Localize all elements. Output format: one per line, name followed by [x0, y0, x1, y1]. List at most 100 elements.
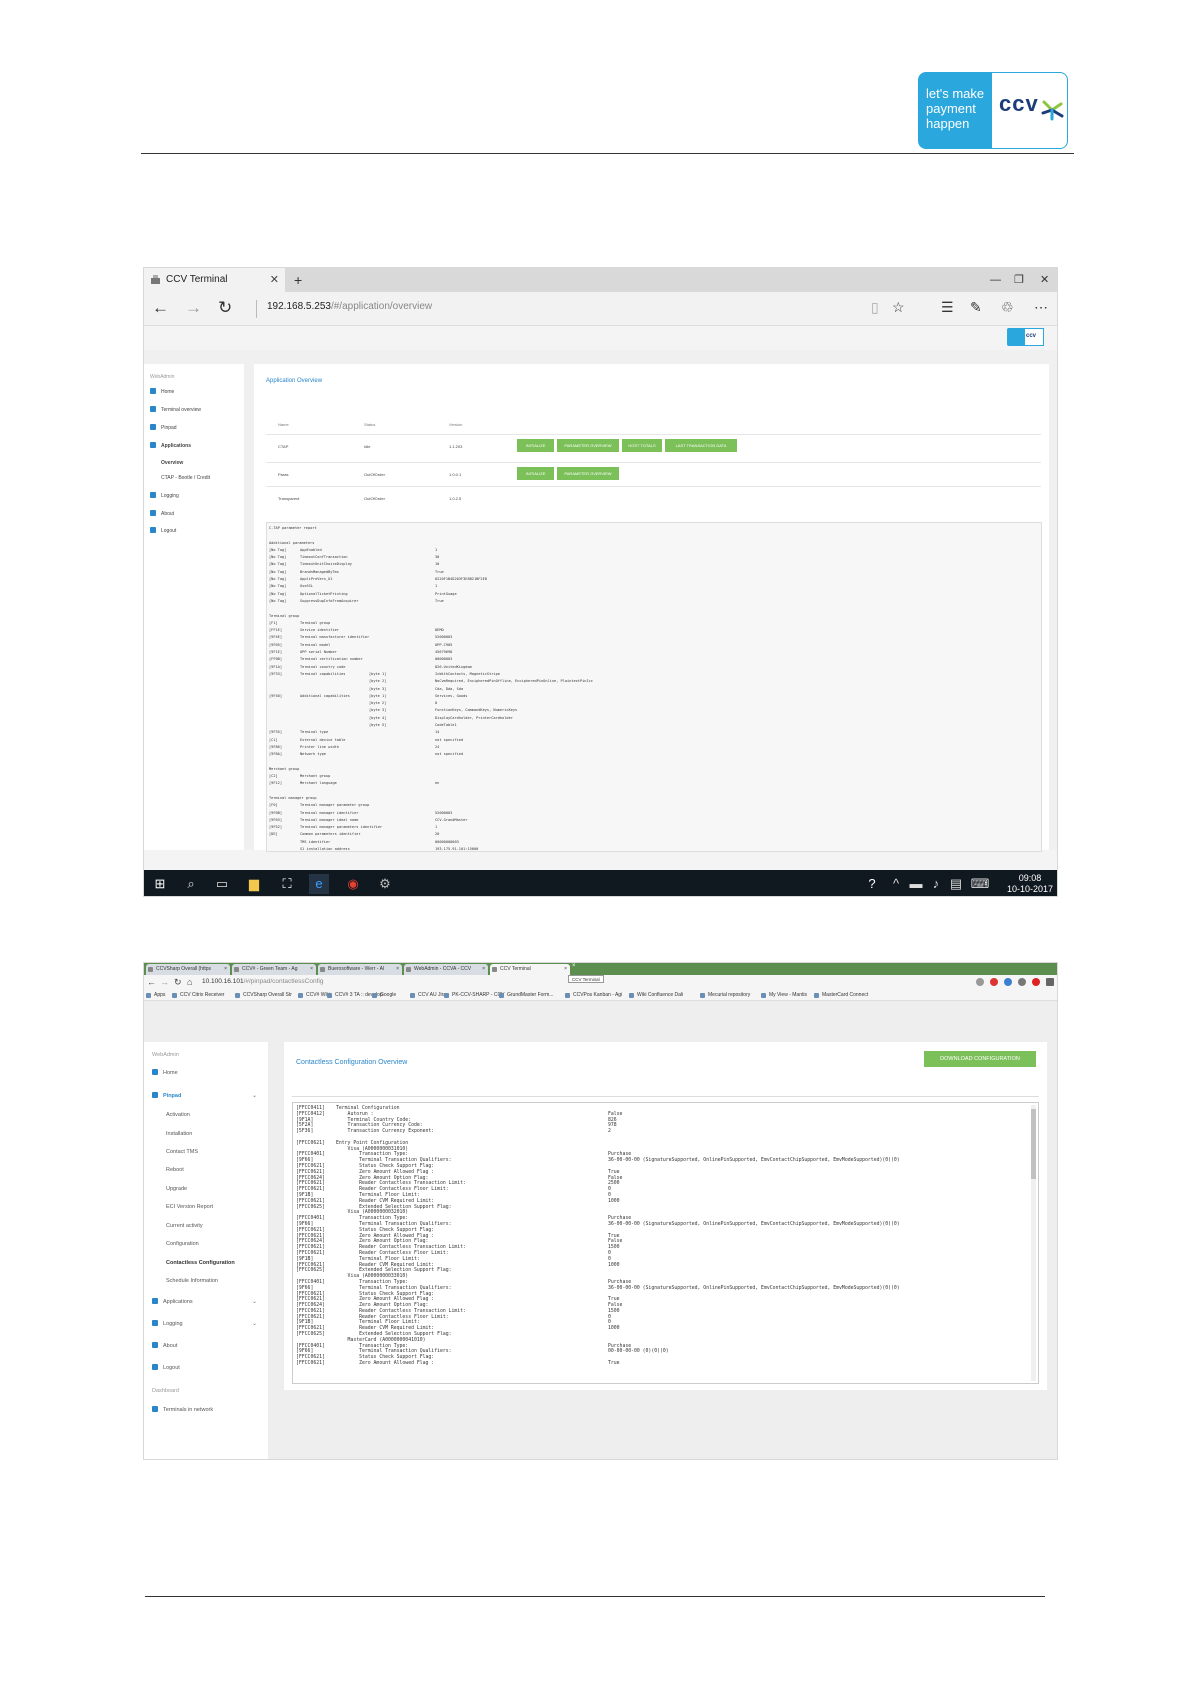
chrome-tab[interactable]: WebAdmin - CCVA - CCV ×	[404, 964, 488, 975]
extension-icon[interactable]	[1032, 978, 1040, 986]
bookmark-item[interactable]: Apps	[146, 991, 165, 999]
contactless-config-report[interactable]: [FFCC0411] Terminal Configuration [FFCC041…	[292, 1102, 1039, 1384]
tab-close-icon[interactable]: ✕	[270, 268, 279, 292]
sidebar-item[interactable]: Installation	[166, 1131, 192, 1137]
bookmark-item[interactable]: My View - Mantis	[761, 991, 807, 999]
address-bar[interactable]: 192.168.5.253/#/application/overview	[267, 301, 432, 312]
edge-browser-icon[interactable]: e	[309, 874, 329, 894]
sidebar-item[interactable]: Terminals in network	[152, 1406, 213, 1413]
app-action-button[interactable]: PARAMETER OVERVIEW	[557, 467, 619, 480]
new-tab-icon[interactable]: +	[294, 268, 302, 292]
refresh-icon[interactable]: ↻	[218, 298, 232, 318]
more-icon[interactable]: ⋯	[1034, 299, 1048, 316]
tab-close-icon[interactable]: ×	[564, 964, 567, 975]
bookmark-item[interactable]: Wiki Confluence Dali	[629, 991, 683, 999]
sidebar-item[interactable]: Logout	[152, 1364, 180, 1371]
back-icon[interactable]: ←	[147, 976, 156, 988]
windows-start-icon[interactable]: ⊞	[150, 874, 170, 894]
forward-icon[interactable]: →	[185, 298, 202, 318]
sidebar-item[interactable]: Logging	[150, 492, 179, 499]
reading-view-icon[interactable]: ▯	[871, 299, 879, 316]
network-icon[interactable]: ▤	[946, 874, 966, 894]
hub-icon[interactable]: ☰	[941, 299, 954, 316]
bookmark-item[interactable]: CCVSharp Overall Str	[235, 991, 292, 999]
extension-icon[interactable]	[1004, 978, 1012, 986]
bookmark-item[interactable]: CCV# Wiki	[298, 991, 330, 999]
bookmark-item[interactable]: CCV Citrix Receiver	[172, 991, 224, 999]
chevron-down-icon[interactable]: ⌄	[252, 1298, 257, 1305]
share-icon[interactable]: ♲	[1001, 299, 1014, 316]
restore-icon[interactable]: ❐	[1014, 268, 1024, 292]
sidebar-item[interactable]: Applications	[152, 1298, 193, 1305]
app-action-button[interactable]: INITIALIZE	[517, 467, 554, 480]
web-note-icon[interactable]: ✎	[970, 299, 982, 316]
bookmark-item[interactable]: CCVPos Kanban - Agi	[565, 991, 622, 999]
bookmark-item[interactable]: CCV AU Jira	[410, 991, 446, 999]
app-action-button[interactable]: INITIALIZE	[517, 439, 554, 452]
sidebar-item[interactable]: Schedule Information	[166, 1278, 218, 1284]
sidebar-item[interactable]: Reboot	[166, 1167, 184, 1173]
app-action-button[interactable]: HOST TOTALS	[622, 439, 662, 452]
app-action-button[interactable]: PARAMETER OVERVIEW	[557, 439, 619, 452]
keyboard-icon[interactable]: ⌨	[970, 874, 990, 894]
bookmark-item[interactable]: Mecurial repository	[700, 991, 750, 999]
sidebar-item[interactable]: ECI Version Report	[166, 1204, 213, 1210]
forward-icon[interactable]: →	[160, 976, 169, 988]
sidebar-item[interactable]: Logout	[150, 527, 176, 534]
ctap-parameter-report[interactable]: C-TAP parameter report Additional parame…	[266, 522, 1042, 852]
minimize-icon[interactable]: —	[990, 268, 1001, 292]
store-icon[interactable]: ⛶	[277, 874, 297, 894]
address-bar[interactable]: 10.100.16.101/#/pinpad/contactlessConfig	[202, 978, 323, 985]
back-icon[interactable]: ←	[152, 298, 169, 318]
taskbar-clock[interactable]: 09:08 10-10-2017	[1007, 873, 1053, 895]
sidebar-item[interactable]: Logging	[152, 1320, 183, 1327]
sidebar-item[interactable]: WebAdmin	[150, 374, 174, 380]
search-icon[interactable]: ⌕	[181, 874, 201, 894]
chrome-icon[interactable]: ◉	[343, 874, 363, 894]
bookmark-item[interactable]: MasterCard Connect	[814, 991, 868, 999]
menu-icon[interactable]	[1046, 978, 1054, 986]
opera-extension-icon[interactable]	[990, 978, 998, 986]
favorite-star-icon[interactable]: ☆	[892, 299, 905, 316]
tab-close-icon[interactable]: ×	[310, 964, 313, 975]
bookmark-item[interactable]: GrundMaster Form...	[499, 991, 553, 999]
app-icon[interactable]: ⚙	[375, 874, 395, 894]
bookmark-item[interactable]: PK-CCV-SHARP - CCV	[444, 991, 504, 999]
sidebar-item[interactable]: Terminal overview	[150, 406, 201, 413]
sidebar-item[interactable]: Overview	[161, 460, 183, 466]
sidebar-item[interactable]: Contact TMS	[166, 1149, 198, 1155]
file-explorer-icon[interactable]: ▆	[244, 874, 264, 894]
sidebar-item[interactable]: Pinpad	[150, 424, 177, 431]
help-icon[interactable]: ?	[862, 874, 882, 894]
sidebar-item[interactable]: Current activity	[166, 1223, 203, 1229]
battery-icon[interactable]: ▬	[906, 874, 926, 894]
tab-close-icon[interactable]: ×	[482, 964, 485, 975]
tab-close-icon[interactable]: ×	[396, 964, 399, 975]
chevron-down-icon[interactable]: ⌄	[252, 1320, 257, 1327]
sidebar-item[interactable]: CTAP - Bootle / Credit	[161, 475, 210, 481]
refresh-icon[interactable]: ↻	[174, 976, 182, 988]
chrome-tab[interactable]: CCV# - Green Team - Ag ×	[232, 964, 316, 975]
chrome-tab[interactable]: CCV Terminal ×	[490, 964, 570, 975]
sidebar-item[interactable]: Configuration	[166, 1241, 199, 1247]
extension-icon[interactable]	[976, 978, 984, 986]
sidebar-item[interactable]: Pinpad	[152, 1092, 181, 1099]
download-configuration-button[interactable]: DOWNLOAD CONFIGURATION	[924, 1051, 1036, 1067]
chrome-tab[interactable]: Buerosoftware - Werr - Al ×	[318, 964, 402, 975]
close-window-icon[interactable]: ✕	[1040, 268, 1049, 292]
volume-icon[interactable]: ♪	[926, 874, 946, 894]
tab-close-icon[interactable]: ×	[572, 963, 576, 969]
sidebar-item[interactable]: About	[150, 510, 174, 517]
tab-close-icon[interactable]: ×	[224, 964, 227, 975]
sidebar-item[interactable]: Activation	[166, 1112, 190, 1118]
extension-icon[interactable]	[1018, 978, 1026, 986]
sidebar-item[interactable]: Home	[152, 1069, 178, 1076]
bookmark-item[interactable]: Google	[372, 991, 396, 999]
sidebar-item[interactable]: Contactless Configuration	[166, 1260, 235, 1266]
tray-chevron-icon[interactable]: ^	[886, 874, 906, 894]
chevron-down-icon[interactable]: ⌄	[252, 1092, 257, 1099]
sidebar-item[interactable]: Applications	[150, 442, 191, 449]
edge-tab-ccv-terminal[interactable]: CCV Terminal ✕	[144, 268, 285, 292]
task-view-icon[interactable]: ▭	[212, 874, 232, 894]
home-icon[interactable]: ⌂	[187, 976, 192, 988]
